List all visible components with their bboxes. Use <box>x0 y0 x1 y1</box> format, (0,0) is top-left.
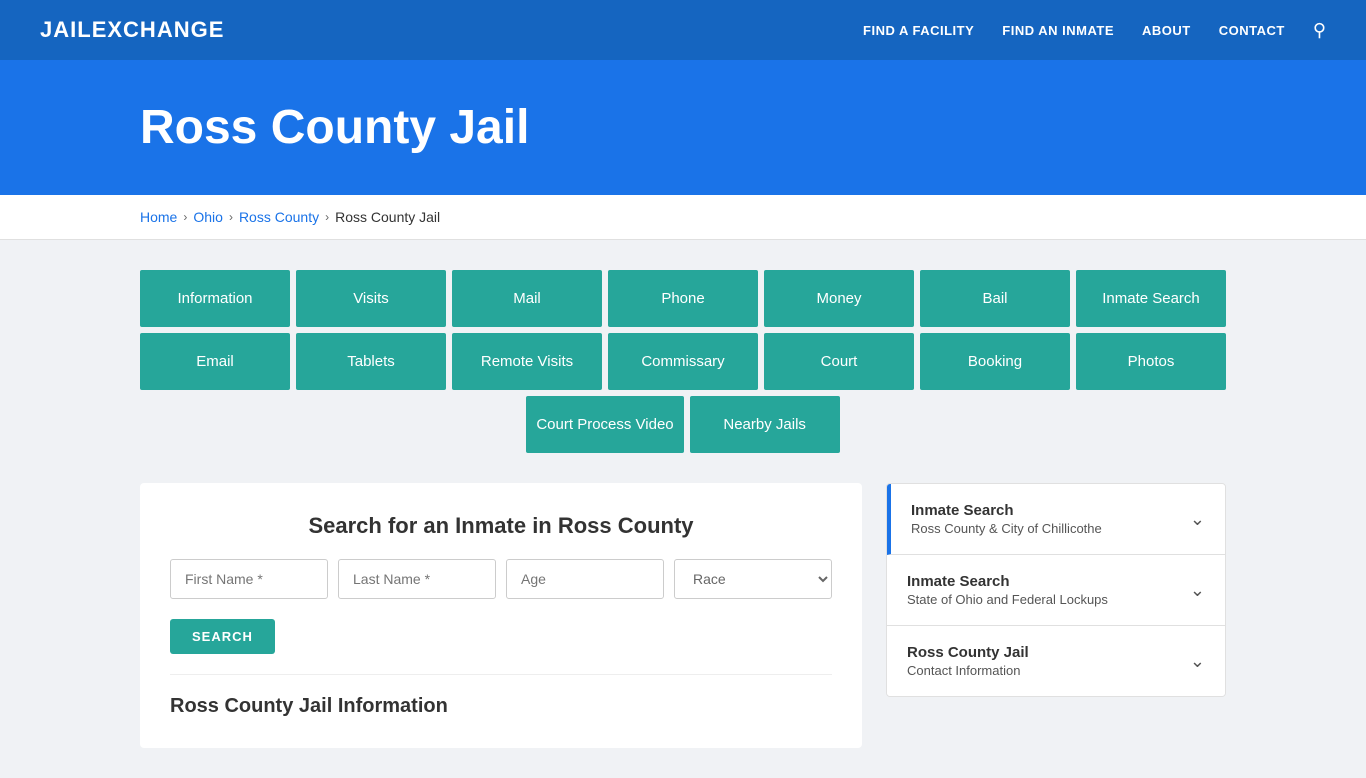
race-select[interactable]: Race White Black Hispanic Asian Other <box>674 559 832 599</box>
btn-nearby-jails[interactable]: Nearby Jails <box>690 396 840 453</box>
sidebar-item-title-3: Ross County Jail <box>907 644 1029 661</box>
breadcrumb: Home › Ohio › Ross County › Ross County … <box>140 209 1226 225</box>
breadcrumb-sep-2: › <box>229 210 233 224</box>
search-icon[interactable]: ⚲ <box>1313 20 1326 41</box>
sidebar-item-text-3: Ross County Jail Contact Information <box>907 644 1029 678</box>
btn-inmate-search[interactable]: Inmate Search <box>1076 270 1226 327</box>
logo-text-jail: JAIL <box>40 17 92 42</box>
btn-remote-visits[interactable]: Remote Visits <box>452 333 602 390</box>
right-panel: Inmate Search Ross County & City of Chil… <box>886 483 1226 697</box>
btn-tablets[interactable]: Tablets <box>296 333 446 390</box>
btn-photos[interactable]: Photos <box>1076 333 1226 390</box>
btn-court[interactable]: Court <box>764 333 914 390</box>
btn-information[interactable]: Information <box>140 270 290 327</box>
info-section: Ross County Jail Information <box>170 674 832 718</box>
page-title: Ross County Jail <box>140 100 1326 155</box>
nav-contact[interactable]: CONTACT <box>1219 23 1285 38</box>
age-input[interactable] <box>506 559 664 599</box>
chevron-down-icon-2: ⌄ <box>1190 580 1205 601</box>
sidebar-item-title-2: Inmate Search <box>907 573 1108 590</box>
breadcrumb-ohio[interactable]: Ohio <box>193 209 223 225</box>
info-heading: Ross County Jail Information <box>170 695 832 718</box>
left-panel: Search for an Inmate in Ross County Race… <box>140 483 862 748</box>
btn-court-process-video[interactable]: Court Process Video <box>526 396 683 453</box>
breadcrumb-home[interactable]: Home <box>140 209 177 225</box>
sidebar-item-subtitle-1: Ross County & City of Chillicothe <box>911 521 1102 536</box>
breadcrumb-bar: Home › Ohio › Ross County › Ross County … <box>0 195 1366 240</box>
breadcrumb-ross-county[interactable]: Ross County <box>239 209 319 225</box>
breadcrumb-sep-3: › <box>325 210 329 224</box>
nav-about[interactable]: ABOUT <box>1142 23 1191 38</box>
btn-mail[interactable]: Mail <box>452 270 602 327</box>
search-button[interactable]: SEARCH <box>170 619 275 654</box>
search-heading: Search for an Inmate in Ross County <box>170 513 832 539</box>
sidebar-item-title-1: Inmate Search <box>911 502 1102 519</box>
sidebar-item-text-2: Inmate Search State of Ohio and Federal … <box>907 573 1108 607</box>
sidebar-item-subtitle-2: State of Ohio and Federal Lockups <box>907 592 1108 607</box>
hero-section: Ross County Jail <box>0 60 1366 195</box>
sidebar-item-contact-info[interactable]: Ross County Jail Contact Information ⌄ <box>887 626 1225 696</box>
main-content: Information Visits Mail Phone Money Bail… <box>0 240 1366 778</box>
first-name-input[interactable] <box>170 559 328 599</box>
sidebar-item-inmate-search-state[interactable]: Inmate Search State of Ohio and Federal … <box>887 555 1225 626</box>
nav-buttons-row2: Email Tablets Remote Visits Commissary C… <box>140 333 1226 390</box>
nav-find-facility[interactable]: FIND A FACILITY <box>863 23 974 38</box>
nav-buttons-row3: Court Process Video Nearby Jails <box>140 396 1226 453</box>
btn-bail[interactable]: Bail <box>920 270 1070 327</box>
sidebar-item-inmate-search-local[interactable]: Inmate Search Ross County & City of Chil… <box>887 484 1225 555</box>
sidebar-item-text-1: Inmate Search Ross County & City of Chil… <box>911 502 1102 536</box>
search-form: Race White Black Hispanic Asian Other <box>170 559 832 599</box>
btn-money[interactable]: Money <box>764 270 914 327</box>
breadcrumb-sep-1: › <box>183 210 187 224</box>
chevron-down-icon-1: ⌄ <box>1190 509 1205 530</box>
nav-buttons-row1: Information Visits Mail Phone Money Bail… <box>140 270 1226 327</box>
logo-text-exchange: EXCHANGE <box>92 17 225 42</box>
btn-phone[interactable]: Phone <box>608 270 758 327</box>
btn-visits[interactable]: Visits <box>296 270 446 327</box>
nav-find-inmate[interactable]: FIND AN INMATE <box>1002 23 1114 38</box>
main-nav: FIND A FACILITY FIND AN INMATE ABOUT CON… <box>863 20 1326 41</box>
chevron-down-icon-3: ⌄ <box>1190 651 1205 672</box>
btn-booking[interactable]: Booking <box>920 333 1070 390</box>
content-area: Search for an Inmate in Ross County Race… <box>140 483 1226 748</box>
sidebar-item-subtitle-3: Contact Information <box>907 663 1029 678</box>
breadcrumb-current: Ross County Jail <box>335 209 440 225</box>
last-name-input[interactable] <box>338 559 496 599</box>
btn-commissary[interactable]: Commissary <box>608 333 758 390</box>
site-header: JAILEXCHANGE FIND A FACILITY FIND AN INM… <box>0 0 1366 60</box>
site-logo[interactable]: JAILEXCHANGE <box>40 17 224 43</box>
btn-email[interactable]: Email <box>140 333 290 390</box>
